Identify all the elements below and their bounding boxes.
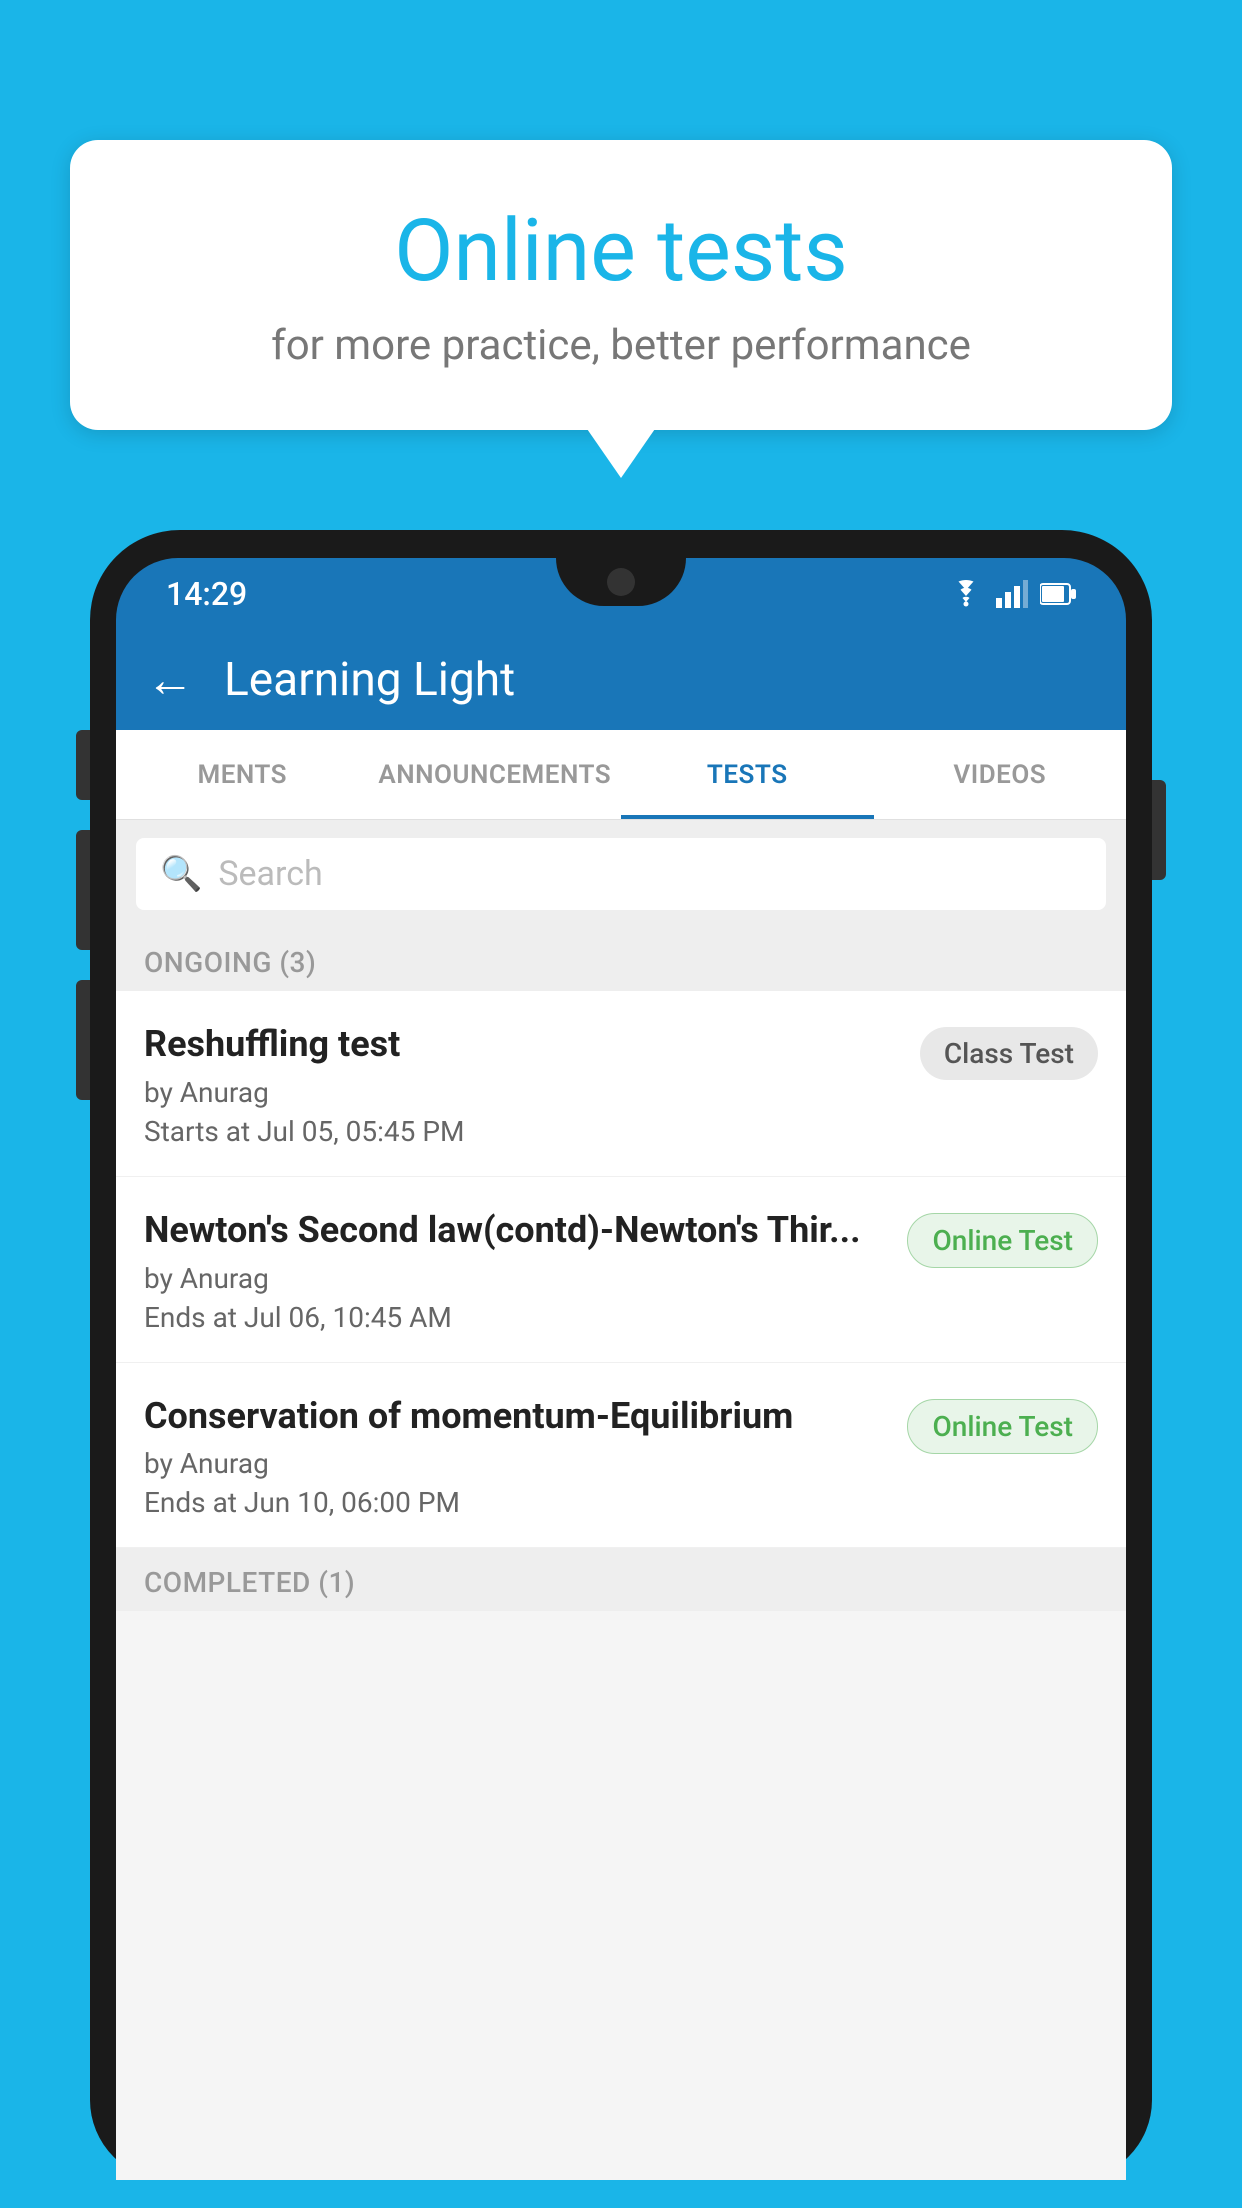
tabs-bar: MENTS ANNOUNCEMENTS TESTS VIDEOS bbox=[116, 730, 1126, 820]
status-icons bbox=[948, 580, 1076, 608]
volume-up-button bbox=[76, 730, 90, 800]
ongoing-section-header: ONGOING (3) bbox=[116, 928, 1126, 991]
search-icon: 🔍 bbox=[160, 854, 202, 894]
test-info-3: Conservation of momentum-Equilibrium by … bbox=[144, 1393, 887, 1520]
battery-icon bbox=[1040, 580, 1076, 608]
tab-ments[interactable]: MENTS bbox=[116, 730, 369, 819]
test-badge-1: Class Test bbox=[920, 1027, 1098, 1080]
phone-notch bbox=[556, 558, 686, 606]
test-author-3: by Anurag bbox=[144, 1447, 887, 1480]
test-author-2: by Anurag bbox=[144, 1262, 887, 1295]
completed-section-header: COMPLETED (1) bbox=[116, 1548, 1126, 1611]
test-item-1[interactable]: Reshuffling test by Anurag Starts at Jul… bbox=[116, 991, 1126, 1177]
volume-extra-button bbox=[76, 980, 90, 1100]
phone-outer: 14:29 bbox=[90, 530, 1152, 2180]
search-container: 🔍 Search bbox=[116, 820, 1126, 928]
power-button bbox=[1152, 780, 1166, 880]
test-list: Reshuffling test by Anurag Starts at Jul… bbox=[116, 991, 1126, 1548]
search-placeholder: Search bbox=[218, 854, 322, 894]
app-title: Learning Light bbox=[224, 653, 515, 707]
tab-announcements[interactable]: ANNOUNCEMENTS bbox=[369, 730, 622, 819]
status-time: 14:29 bbox=[166, 575, 247, 613]
status-bar: 14:29 bbox=[116, 558, 1126, 630]
tab-tests[interactable]: TESTS bbox=[621, 730, 874, 819]
test-badge-3: Online Test bbox=[907, 1399, 1098, 1454]
phone-screen: ← Learning Light MENTS ANNOUNCEMENTS TES… bbox=[116, 630, 1126, 2180]
test-author-1: by Anurag bbox=[144, 1076, 900, 1109]
bubble-title: Online tests bbox=[130, 200, 1112, 301]
test-title-1: Reshuffling test bbox=[144, 1021, 900, 1068]
test-info-2: Newton's Second law(contd)-Newton's Thir… bbox=[144, 1207, 887, 1334]
volume-down-button bbox=[76, 830, 90, 950]
test-item-3[interactable]: Conservation of momentum-Equilibrium by … bbox=[116, 1363, 1126, 1549]
wifi-icon bbox=[948, 580, 984, 608]
phone-container: 14:29 bbox=[90, 530, 1152, 2208]
test-time-3: Ends at Jun 10, 06:00 PM bbox=[144, 1486, 887, 1519]
test-badge-2: Online Test bbox=[907, 1213, 1098, 1268]
test-item-2[interactable]: Newton's Second law(contd)-Newton's Thir… bbox=[116, 1177, 1126, 1363]
speech-bubble-container: Online tests for more practice, better p… bbox=[70, 140, 1172, 430]
back-button[interactable]: ← bbox=[146, 656, 194, 704]
test-title-2: Newton's Second law(contd)-Newton's Thir… bbox=[144, 1207, 887, 1254]
test-info-1: Reshuffling test by Anurag Starts at Jul… bbox=[144, 1021, 900, 1148]
test-time-1: Starts at Jul 05, 05:45 PM bbox=[144, 1115, 900, 1148]
test-time-2: Ends at Jul 06, 10:45 AM bbox=[144, 1301, 887, 1334]
test-title-3: Conservation of momentum-Equilibrium bbox=[144, 1393, 887, 1440]
speech-bubble: Online tests for more practice, better p… bbox=[70, 140, 1172, 430]
app-bar: ← Learning Light bbox=[116, 630, 1126, 730]
search-bar[interactable]: 🔍 Search bbox=[136, 838, 1106, 910]
front-camera bbox=[607, 568, 635, 596]
signal-icon bbox=[996, 580, 1028, 608]
tab-videos[interactable]: VIDEOS bbox=[874, 730, 1127, 819]
bubble-subtitle: for more practice, better performance bbox=[130, 321, 1112, 370]
